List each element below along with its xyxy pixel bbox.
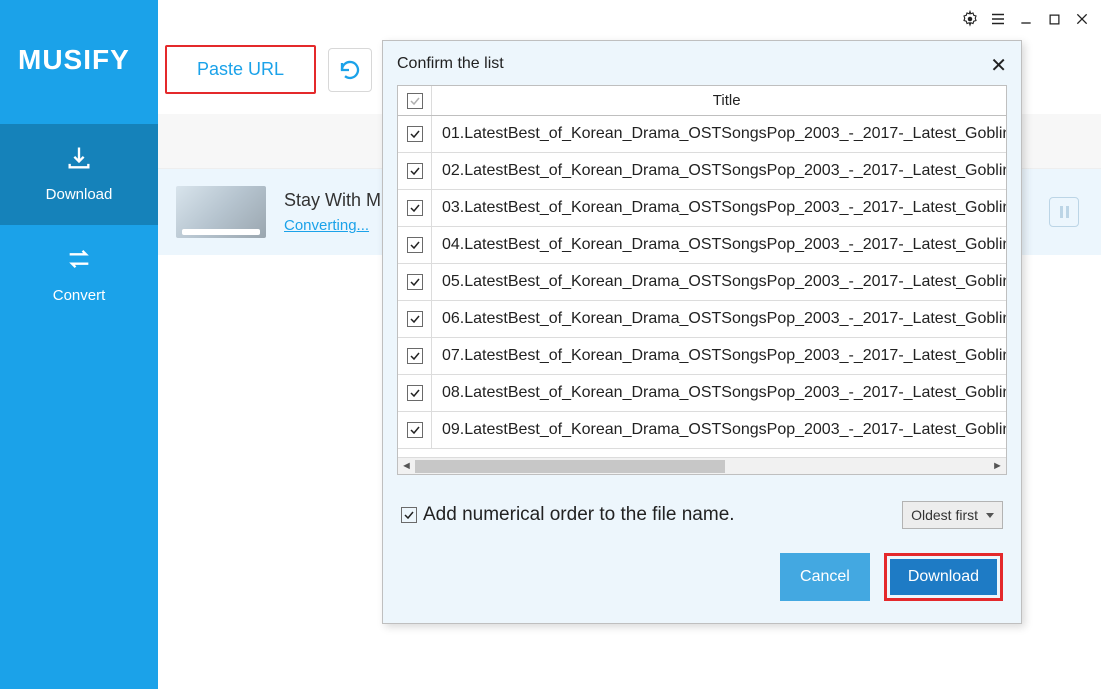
row-title: 07.LatestBest_of_Korean_Drama_OSTSongsPo…	[432, 338, 1006, 374]
row-title: 02.LatestBest_of_Korean_Drama_OSTSongsPo…	[432, 153, 1006, 189]
paste-url-button[interactable]: Paste URL	[165, 45, 316, 94]
maximize-icon[interactable]	[1043, 8, 1065, 30]
grid-header-title: Title	[432, 86, 1006, 115]
sort-order-select[interactable]: Oldest first	[902, 501, 1003, 529]
sidebar-item-label: Download	[0, 186, 158, 203]
table-row[interactable]: 04.LatestBest_of_Korean_Drama_OSTSongsPo…	[398, 227, 1006, 264]
row-title: 08.LatestBest_of_Korean_Drama_OSTSongsPo…	[432, 375, 1006, 411]
row-checkbox[interactable]	[407, 348, 423, 364]
numerical-order-label: Add numerical order to the file name.	[423, 504, 735, 526]
row-checkbox[interactable]	[407, 311, 423, 327]
table-row[interactable]: 09.LatestBest_of_Korean_Drama_OSTSongsPo…	[398, 412, 1006, 449]
download-button-highlight: Download	[884, 553, 1003, 601]
row-checkbox[interactable]	[407, 200, 423, 216]
table-row[interactable]: 02.LatestBest_of_Korean_Drama_OSTSongsPo…	[398, 153, 1006, 190]
table-row[interactable]: 03.LatestBest_of_Korean_Drama_OSTSongsPo…	[398, 190, 1006, 227]
minimize-icon[interactable]	[1015, 8, 1037, 30]
row-title: 01.LatestBest_of_Korean_Drama_OSTSongsPo…	[432, 116, 1006, 152]
menu-icon[interactable]	[987, 8, 1009, 30]
select-all-checkbox[interactable]	[407, 93, 423, 109]
sidebar-item-convert[interactable]: Convert	[0, 225, 158, 326]
row-title: 05.LatestBest_of_Korean_Drama_OSTSongsPo…	[432, 264, 1006, 300]
file-list-grid: Title 01.LatestBest_of_Korean_Drama_OSTS…	[397, 85, 1007, 475]
grid-header-row: Title	[398, 86, 1006, 116]
row-title: 09.LatestBest_of_Korean_Drama_OSTSongsPo…	[432, 412, 1006, 448]
table-row[interactable]: 05.LatestBest_of_Korean_Drama_OSTSongsPo…	[398, 264, 1006, 301]
pause-button[interactable]	[1049, 197, 1079, 227]
refresh-button[interactable]	[328, 48, 372, 92]
toolbar: Paste URL	[165, 45, 372, 94]
row-checkbox[interactable]	[407, 237, 423, 253]
table-row[interactable]: 08.LatestBest_of_Korean_Drama_OSTSongsPo…	[398, 375, 1006, 412]
row-checkbox[interactable]	[407, 274, 423, 290]
horizontal-scrollbar[interactable]: ◄ ►	[398, 457, 1006, 474]
row-checkbox[interactable]	[407, 422, 423, 438]
row-title: 06.LatestBest_of_Korean_Drama_OSTSongsPo…	[432, 301, 1006, 337]
row-title: 03.LatestBest_of_Korean_Drama_OSTSongsPo…	[432, 190, 1006, 226]
app-logo: MUSIFY	[0, 0, 158, 76]
download-button[interactable]: Download	[890, 559, 997, 595]
sidebar: MUSIFY Download Convert	[0, 0, 158, 689]
settings-icon[interactable]	[959, 8, 981, 30]
row-title: 04.LatestBest_of_Korean_Drama_OSTSongsPo…	[432, 227, 1006, 263]
row-checkbox[interactable]	[407, 126, 423, 142]
table-row[interactable]: 01.LatestBest_of_Korean_Drama_OSTSongsPo…	[398, 116, 1006, 153]
table-row[interactable]: 06.LatestBest_of_Korean_Drama_OSTSongsPo…	[398, 301, 1006, 338]
download-icon	[0, 144, 158, 176]
close-icon[interactable]	[1071, 8, 1093, 30]
queue-thumbnail	[176, 186, 266, 238]
sidebar-item-label: Convert	[0, 287, 158, 304]
queue-status: Converting...	[284, 217, 381, 234]
numerical-order-option[interactable]: Add numerical order to the file name.	[401, 504, 735, 526]
confirm-list-dialog: Confirm the list ✕ Title 01.LatestBest_o…	[382, 40, 1022, 624]
table-row[interactable]: 07.LatestBest_of_Korean_Drama_OSTSongsPo…	[398, 338, 1006, 375]
queue-title: Stay With M	[284, 190, 381, 211]
row-checkbox[interactable]	[407, 163, 423, 179]
dialog-close-icon[interactable]: ✕	[990, 53, 1007, 78]
sidebar-item-download[interactable]: Download	[0, 124, 158, 225]
row-checkbox[interactable]	[407, 385, 423, 401]
titlebar	[959, 8, 1093, 30]
numerical-order-checkbox[interactable]	[401, 507, 417, 523]
cancel-button[interactable]: Cancel	[780, 553, 870, 601]
dialog-title: Confirm the list	[397, 55, 504, 72]
convert-icon	[0, 245, 158, 277]
